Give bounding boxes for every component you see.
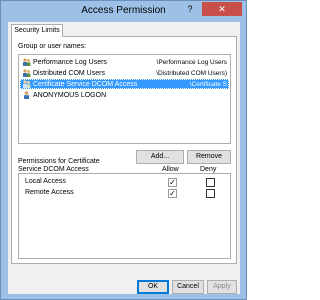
remove-button[interactable]: Remove [187,150,231,164]
dialog-body: Security Limits Group or user names: Per… [8,22,240,294]
permission-name: Remote Access [25,189,74,196]
access-permission-dialog: Access Permission ? ✕ Security Limits Gr… [0,0,247,300]
apply-button[interactable]: Apply [207,280,237,294]
user-path: \Performance Log Users [156,59,227,66]
permission-name: Local Access [25,178,66,185]
local-access-deny-checkbox[interactable] [206,178,215,187]
cancel-button[interactable]: Cancel [172,280,204,294]
list-item-selected[interactable]: Certificate Service DCOM Access \Certifi… [20,79,229,89]
list-item[interactable]: ANONYMOUS LOGON [20,90,229,100]
user-path: \Distributed COM Users) [156,70,227,77]
user-icon [24,91,29,99]
tab-security-limits[interactable]: Security Limits [11,24,63,37]
ok-button[interactable]: OK [137,280,169,294]
user-name: ANONYMOUS LOGON [33,92,107,99]
check-icon: ✓ [169,189,176,198]
group-or-user-names-label: Group or user names: [18,43,87,50]
user-name: Distributed COM Users [33,70,105,77]
remote-access-allow-checkbox[interactable]: ✓ [168,189,177,198]
user-list[interactable]: Performance Log Users \Performance Log U… [18,54,231,144]
add-button[interactable]: Add... [136,150,184,164]
local-access-allow-checkbox[interactable]: ✓ [168,178,177,187]
user-name: Certificate Service DCOM Access [33,81,138,88]
user-group-icon [23,58,31,66]
user-group-icon [23,80,31,88]
user-group-icon [23,69,31,77]
close-icon: ✕ [218,4,226,14]
tab-panel: Group or user names: Performance Log Use… [11,36,237,264]
check-icon: ✓ [169,178,176,187]
list-item[interactable]: Performance Log Users \Performance Log U… [20,57,229,67]
permissions-list: Local Access ✓ Remote Access ✓ [18,173,231,259]
help-button[interactable]: ? [179,2,201,16]
user-path: \Certificate S [189,81,227,88]
close-button[interactable]: ✕ [202,2,242,16]
title-bar: Access Permission ? ✕ [1,1,246,21]
remote-access-deny-checkbox[interactable] [206,189,215,198]
user-name: Performance Log Users [33,59,107,66]
list-item[interactable]: Distributed COM Users \Distributed COM U… [20,68,229,78]
